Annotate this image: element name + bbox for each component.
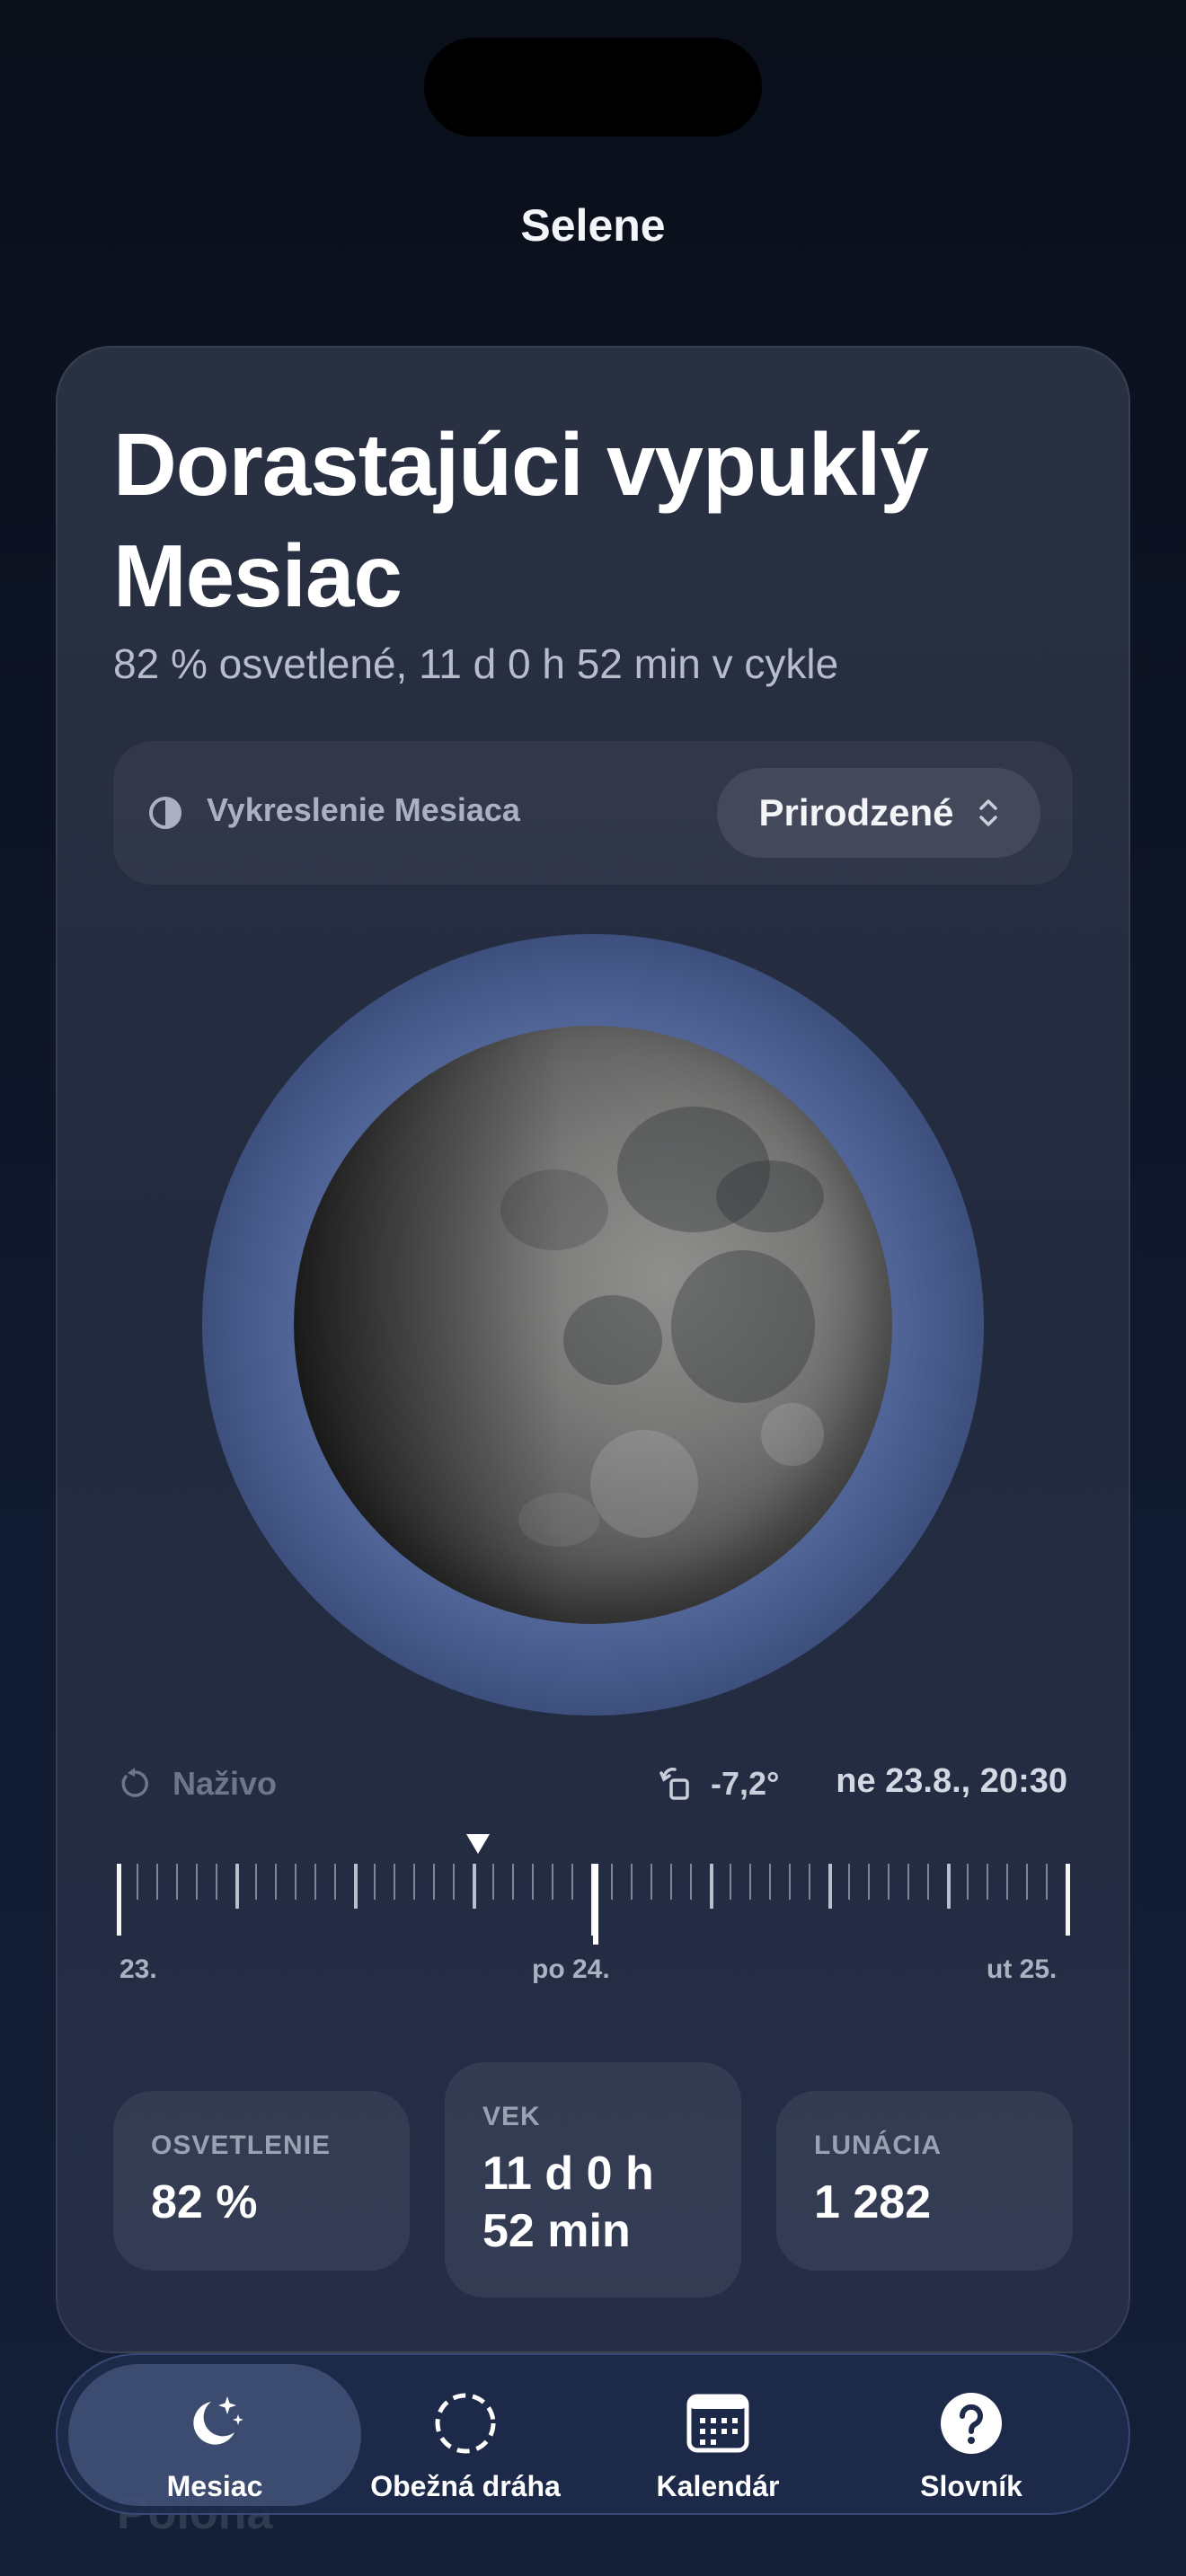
timeline-tick (809, 1864, 810, 1900)
moon-image (294, 1026, 892, 1624)
timeline-label-day-24: po 24. (532, 1954, 610, 1984)
stat-lunation-value: 1 282 (814, 2176, 932, 2228)
tab-glossary-label: Slovník (920, 2470, 1022, 2502)
reset-arrow-icon (121, 1768, 148, 1797)
timeline-tick (789, 1864, 791, 1900)
timeline-tick (848, 1864, 850, 1900)
timeline-tick (552, 1864, 553, 1900)
orbit-icon (435, 2393, 496, 2454)
stat-illumination-label: OSVETLENIE (151, 2130, 332, 2160)
render-mode-row: Vykreslenie Mesiaca Prirodzené (113, 741, 1073, 885)
calendar-icon (686, 2394, 749, 2453)
timeline-tick (690, 1864, 692, 1900)
half-circle-icon (149, 797, 181, 829)
tab-bar: Mesiac Obežná dráha Kalendár Slovník (56, 2353, 1130, 2515)
rotation-angle: -7,2° (659, 1765, 779, 1803)
tab-moon-label: Mesiac (166, 2470, 263, 2502)
timeline-tick (611, 1864, 613, 1900)
timeline-tick (512, 1864, 514, 1900)
render-mode-label: Vykreslenie Mesiaca (207, 791, 520, 828)
question-icon (941, 2393, 1002, 2454)
timeline-tick (196, 1864, 198, 1900)
timeline-tick (907, 1864, 909, 1900)
stat-age: VEK 11 d 0 h 52 min (445, 2062, 741, 2298)
timeline-tick (117, 1864, 121, 1936)
timeline-tick (947, 1864, 951, 1909)
timeline-tick (1026, 1864, 1028, 1900)
timeline-tick (216, 1864, 217, 1900)
timeline-tick (275, 1864, 277, 1900)
timeline-tick (137, 1864, 138, 1900)
timeline-tick (888, 1864, 890, 1900)
timeline-label-day-23: 23. (119, 1954, 157, 1984)
timeline-tick (1006, 1864, 1008, 1900)
date-time[interactable]: ne 23.8., 20:30 (836, 1762, 1067, 1801)
timeline-tick (235, 1864, 239, 1909)
rotate-icon (659, 1768, 689, 1800)
timeline-tick (314, 1864, 316, 1900)
timeline-tick (492, 1864, 494, 1900)
timeline-tick (413, 1864, 415, 1900)
stat-illumination: OSVETLENIE 82 % (113, 2091, 410, 2271)
phase-subtitle: 82 % osvetlené, 11 d 0 h 52 min v cykle (113, 640, 839, 687)
timeline-pointer (466, 1834, 490, 1854)
dynamic-island (424, 38, 762, 137)
timeline-tick (710, 1864, 713, 1909)
stat-age-label: VEK (482, 2102, 541, 2131)
timeline-tick (433, 1864, 435, 1900)
tab-orbit[interactable]: Obežná dráha (319, 2364, 612, 2506)
tab-glossary[interactable]: Slovník (825, 2364, 1118, 2506)
angle-value: -7,2° (711, 1765, 780, 1802)
moon-stars-icon (193, 2396, 243, 2445)
tab-moon[interactable]: Mesiac (68, 2364, 361, 2506)
app-title: Selene (520, 200, 666, 251)
timeline-tick (670, 1864, 672, 1900)
timeline-tick (1066, 1864, 1070, 1936)
timeline-label-day-25: ut 25. (987, 1954, 1058, 1984)
timeline-tick (651, 1864, 652, 1900)
render-mode-value: Prirodzené (758, 791, 954, 834)
timeline-tick (354, 1864, 358, 1909)
stat-illumination-value: 82 % (151, 2176, 258, 2228)
timeline-tick (967, 1864, 969, 1900)
live-button[interactable]: Naživo (117, 1765, 277, 1803)
timeline-tick (749, 1864, 751, 1900)
timeline-current-marker (593, 1864, 598, 1945)
timeline-tick (1046, 1864, 1048, 1900)
timeline-tick (394, 1864, 395, 1900)
chevron-up-down-icon (978, 799, 997, 826)
timeline-tick (828, 1864, 832, 1909)
timeline-tick (156, 1864, 158, 1900)
timeline-tick (571, 1864, 573, 1900)
tab-calendar-label: Kalendár (656, 2470, 780, 2502)
render-mode-select[interactable]: Prirodzené (717, 768, 1040, 858)
phase-title: Dorastajúci vypuklý Mesiac (113, 415, 929, 625)
stat-lunation: LUNÁCIA 1 282 (776, 2091, 1073, 2271)
timeline-tick (631, 1864, 633, 1900)
stat-age-value: 11 d 0 h 52 min (482, 2148, 654, 2257)
timeline-tick (730, 1864, 731, 1900)
timeline-tick (987, 1864, 988, 1900)
timeline-tick (374, 1864, 376, 1900)
timeline-tick (532, 1864, 534, 1900)
tab-calendar[interactable]: Kalendár (571, 2364, 864, 2506)
stat-lunation-label: LUNÁCIA (814, 2130, 942, 2160)
timeline-tick (473, 1864, 476, 1909)
live-label: Naživo (173, 1765, 278, 1802)
time-scrubber[interactable] (117, 1832, 1070, 1958)
timeline-tick (453, 1864, 455, 1900)
tab-orbit-label: Obežná dráha (370, 2470, 561, 2502)
timeline-tick (176, 1864, 178, 1900)
timeline-tick (868, 1864, 870, 1900)
timeline-tick (334, 1864, 336, 1900)
timeline-tick (255, 1864, 257, 1900)
timeline-tick (769, 1864, 771, 1900)
timeline-tick (295, 1864, 296, 1900)
timeline-tick (927, 1864, 929, 1900)
